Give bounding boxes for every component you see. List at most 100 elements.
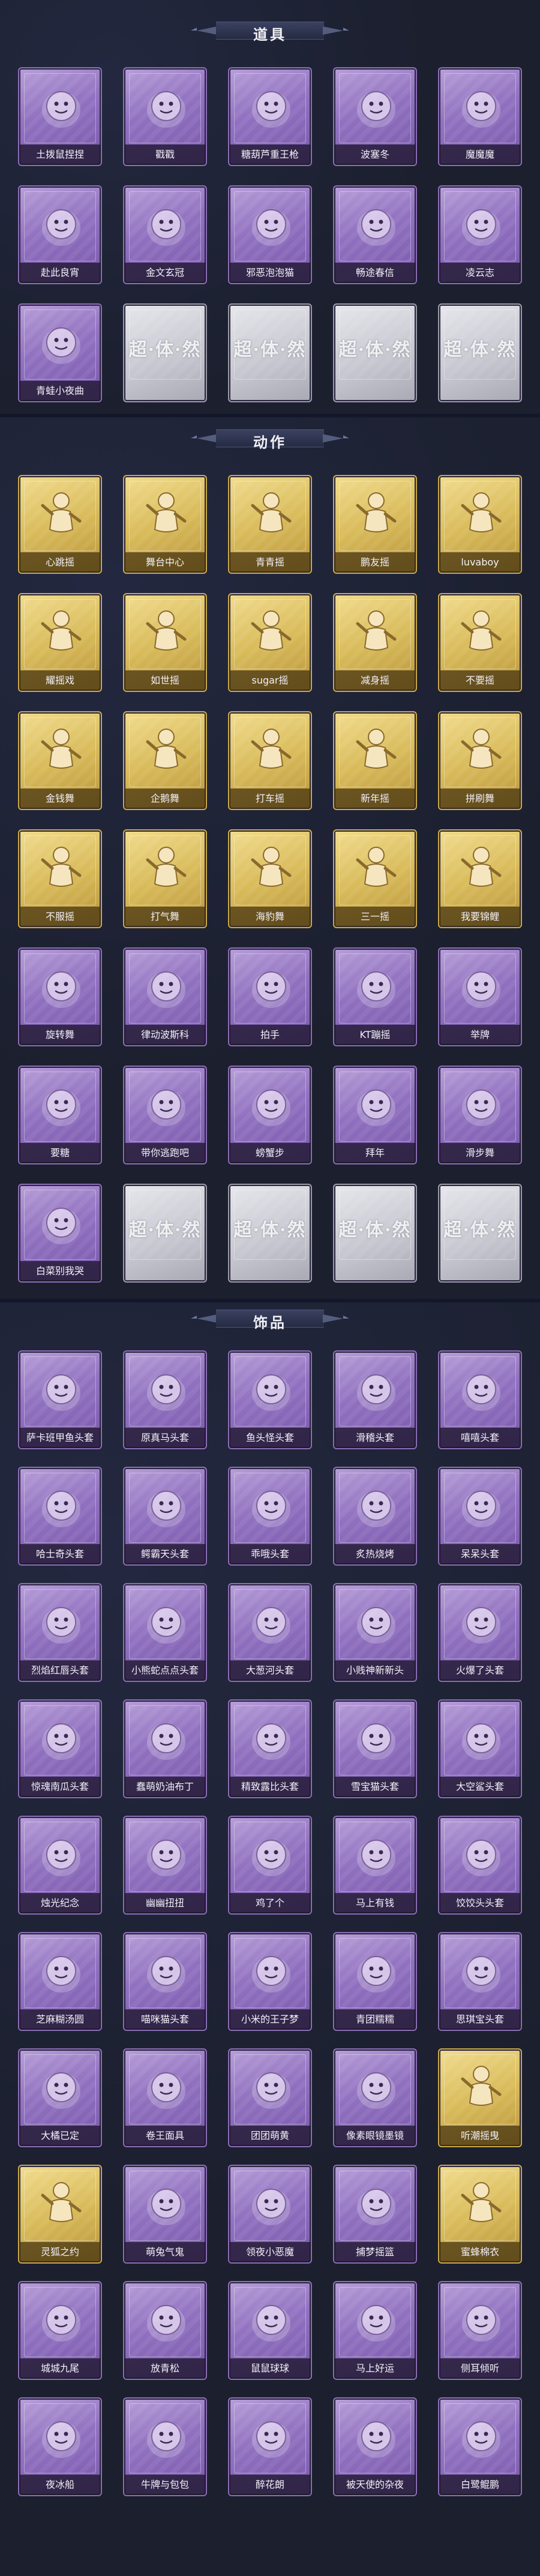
item-card[interactable]: 醉花朗 (228, 2397, 312, 2496)
item-card[interactable]: 原真马头套 (123, 1350, 207, 1449)
item-card[interactable]: 小贱神新新头 (333, 1583, 417, 1682)
item-card[interactable]: 团团萌黄 (228, 2048, 312, 2147)
item-card[interactable]: 如世摇 (123, 593, 207, 692)
item-card[interactable]: 蜜蜂棉衣 (438, 2165, 522, 2264)
item-card[interactable]: 饺饺头头套 (438, 1816, 522, 1915)
item-card[interactable]: 土拨鼠捏捏 (18, 67, 102, 166)
item-card[interactable]: 雪宝猫头套 (333, 1699, 417, 1798)
item-card[interactable]: 白菜别我哭 (18, 1184, 102, 1283)
item-card[interactable]: 打车摇 (228, 711, 312, 810)
item-card[interactable]: 马上好运 (333, 2281, 417, 2380)
ghost-silhouette-icon (451, 2058, 511, 2118)
item-card[interactable]: 大葱河头套 (228, 1583, 312, 1682)
item-card[interactable]: 打气舞 (123, 829, 207, 928)
ghost-silhouette-icon (31, 2174, 91, 2234)
item-card[interactable]: 青青摇 (228, 475, 312, 574)
item-card[interactable]: 大橘已定 (18, 2048, 102, 2147)
item-card[interactable]: 哈士奇头套 (18, 1467, 102, 1566)
item-card[interactable]: 舞台中心 (123, 475, 207, 574)
item-card[interactable]: 鹏友摇 (333, 475, 417, 574)
item-card[interactable]: 糖葫芦重王枪 (228, 67, 312, 166)
item-card[interactable]: 思琪宝头套 (438, 1932, 522, 2031)
item-label: 芝麻糊汤圆 (19, 2009, 101, 2030)
item-card[interactable]: 烛光纪念 (18, 1816, 102, 1915)
item-card[interactable]: 不要摇 (438, 593, 522, 692)
item-card[interactable]: 企鹅舞 (123, 711, 207, 810)
item-card[interactable]: 小熊蛇点点头套 (123, 1583, 207, 1682)
item-card[interactable]: 青团糯糯 (333, 1932, 417, 2031)
item-card[interactable]: sugar摇 (228, 593, 312, 692)
item-card[interactable]: 幽幽扭扭 (123, 1816, 207, 1915)
item-card[interactable]: 金钱舞 (18, 711, 102, 810)
item-card[interactable]: 呆呆头套 (438, 1467, 522, 1566)
item-card[interactable]: 耀摇戏 (18, 593, 102, 692)
item-card[interactable]: 精致露比头套 (228, 1699, 312, 1798)
item-card[interactable]: 我要锦鲤 (438, 829, 522, 928)
item-card[interactable]: 侧耳倾听 (438, 2281, 522, 2380)
item-card[interactable]: 小米的王子梦 (228, 1932, 312, 2031)
item-card[interactable]: 夜冰船 (18, 2397, 102, 2496)
item-card[interactable]: 拼刷舞 (438, 711, 522, 810)
item-card[interactable]: 像素眼镜墨镜 (333, 2048, 417, 2147)
item-card[interactable]: 嘻嘻头套 (438, 1350, 522, 1449)
item-card[interactable]: 拜年 (333, 1066, 417, 1164)
item-card[interactable]: 三一摇 (333, 829, 417, 928)
item-card[interactable]: 喵咪猫头套 (123, 1932, 207, 2031)
item-label: 白鹭鲲鹏 (439, 2475, 521, 2495)
item-card[interactable]: 畅途春信 (333, 185, 417, 284)
item-card[interactable]: 滑步舞 (438, 1066, 522, 1164)
item-card[interactable]: 心跳摇 (18, 475, 102, 574)
item-card[interactable]: 鱼头怪头套 (228, 1350, 312, 1449)
item-card[interactable]: 鳄霸天头套 (123, 1467, 207, 1566)
item-card[interactable]: 马上有钱 (333, 1816, 417, 1915)
item-card[interactable]: 大空鲨头套 (438, 1699, 522, 1798)
item-card[interactable]: 金文玄冠 (123, 185, 207, 284)
item-card[interactable]: 鼠鼠球球 (228, 2281, 312, 2380)
item-card[interactable]: 听潮摇曳 (438, 2048, 522, 2147)
item-card[interactable]: 戳戳 (123, 67, 207, 166)
item-card[interactable]: 邪恶泡泡猫 (228, 185, 312, 284)
item-card[interactable]: 凌云志 (438, 185, 522, 284)
item-card[interactable]: 乖哦头套 (228, 1467, 312, 1566)
item-card[interactable]: 螃蟹步 (228, 1066, 312, 1164)
item-label: 拜年 (334, 1143, 416, 1163)
item-card[interactable]: 捕梦摇篮 (333, 2165, 417, 2264)
item-card[interactable]: 青蛙小夜曲 (18, 303, 102, 402)
item-card[interactable]: 拍手 (228, 947, 312, 1046)
item-card[interactable]: 赴此良宵 (18, 185, 102, 284)
item-card[interactable]: KT蹦摇 (333, 947, 417, 1046)
item-card[interactable]: 律动波斯科 (123, 947, 207, 1046)
horse-toy-icon (346, 2291, 406, 2351)
item-card[interactable]: 鸡了个 (228, 1816, 312, 1915)
item-card[interactable]: 领夜小恶魔 (228, 2165, 312, 2264)
item-card[interactable]: 灵狐之约 (18, 2165, 102, 2264)
item-card[interactable]: 火爆了头套 (438, 1583, 522, 1682)
item-card[interactable]: 不服摇 (18, 829, 102, 928)
item-card[interactable]: 放青松 (123, 2281, 207, 2380)
item-card[interactable]: 旋转舞 (18, 947, 102, 1046)
candy-spear-icon (241, 77, 301, 137)
item-card[interactable]: 魔魔魔 (438, 67, 522, 166)
item-card[interactable]: 萌兔气鬼 (123, 2165, 207, 2264)
item-card[interactable]: 芝麻糊汤圆 (18, 1932, 102, 2031)
item-card[interactable]: 带你逃跑吧 (123, 1066, 207, 1164)
item-card[interactable]: 炙热烧烤 (333, 1467, 417, 1566)
item-card[interactable]: luvaboy (438, 475, 522, 574)
item-card[interactable]: 惊魂南瓜头套 (18, 1699, 102, 1798)
item-card[interactable]: 举牌 (438, 947, 522, 1046)
item-card[interactable]: 蠢萌奶油布丁 (123, 1699, 207, 1798)
item-card[interactable]: 波塞冬 (333, 67, 417, 166)
item-card[interactable]: 牛牌与包包 (123, 2397, 207, 2496)
item-card[interactable]: 海豹舞 (228, 829, 312, 928)
item-card[interactable]: 白鹭鲲鹏 (438, 2397, 522, 2496)
item-card[interactable]: 被天使的杂夜 (333, 2397, 417, 2496)
dance-pose-icon (346, 603, 406, 663)
item-card[interactable]: 要糖 (18, 1066, 102, 1164)
item-card[interactable]: 萨卡班甲鱼头套 (18, 1350, 102, 1449)
item-card[interactable]: 城城九尾 (18, 2281, 102, 2380)
item-card[interactable]: 烈焰红唇头套 (18, 1583, 102, 1682)
item-card[interactable]: 减身摇 (333, 593, 417, 692)
item-card[interactable]: 新年摇 (333, 711, 417, 810)
item-card[interactable]: 卷王面具 (123, 2048, 207, 2147)
item-card[interactable]: 滑稽头套 (333, 1350, 417, 1449)
